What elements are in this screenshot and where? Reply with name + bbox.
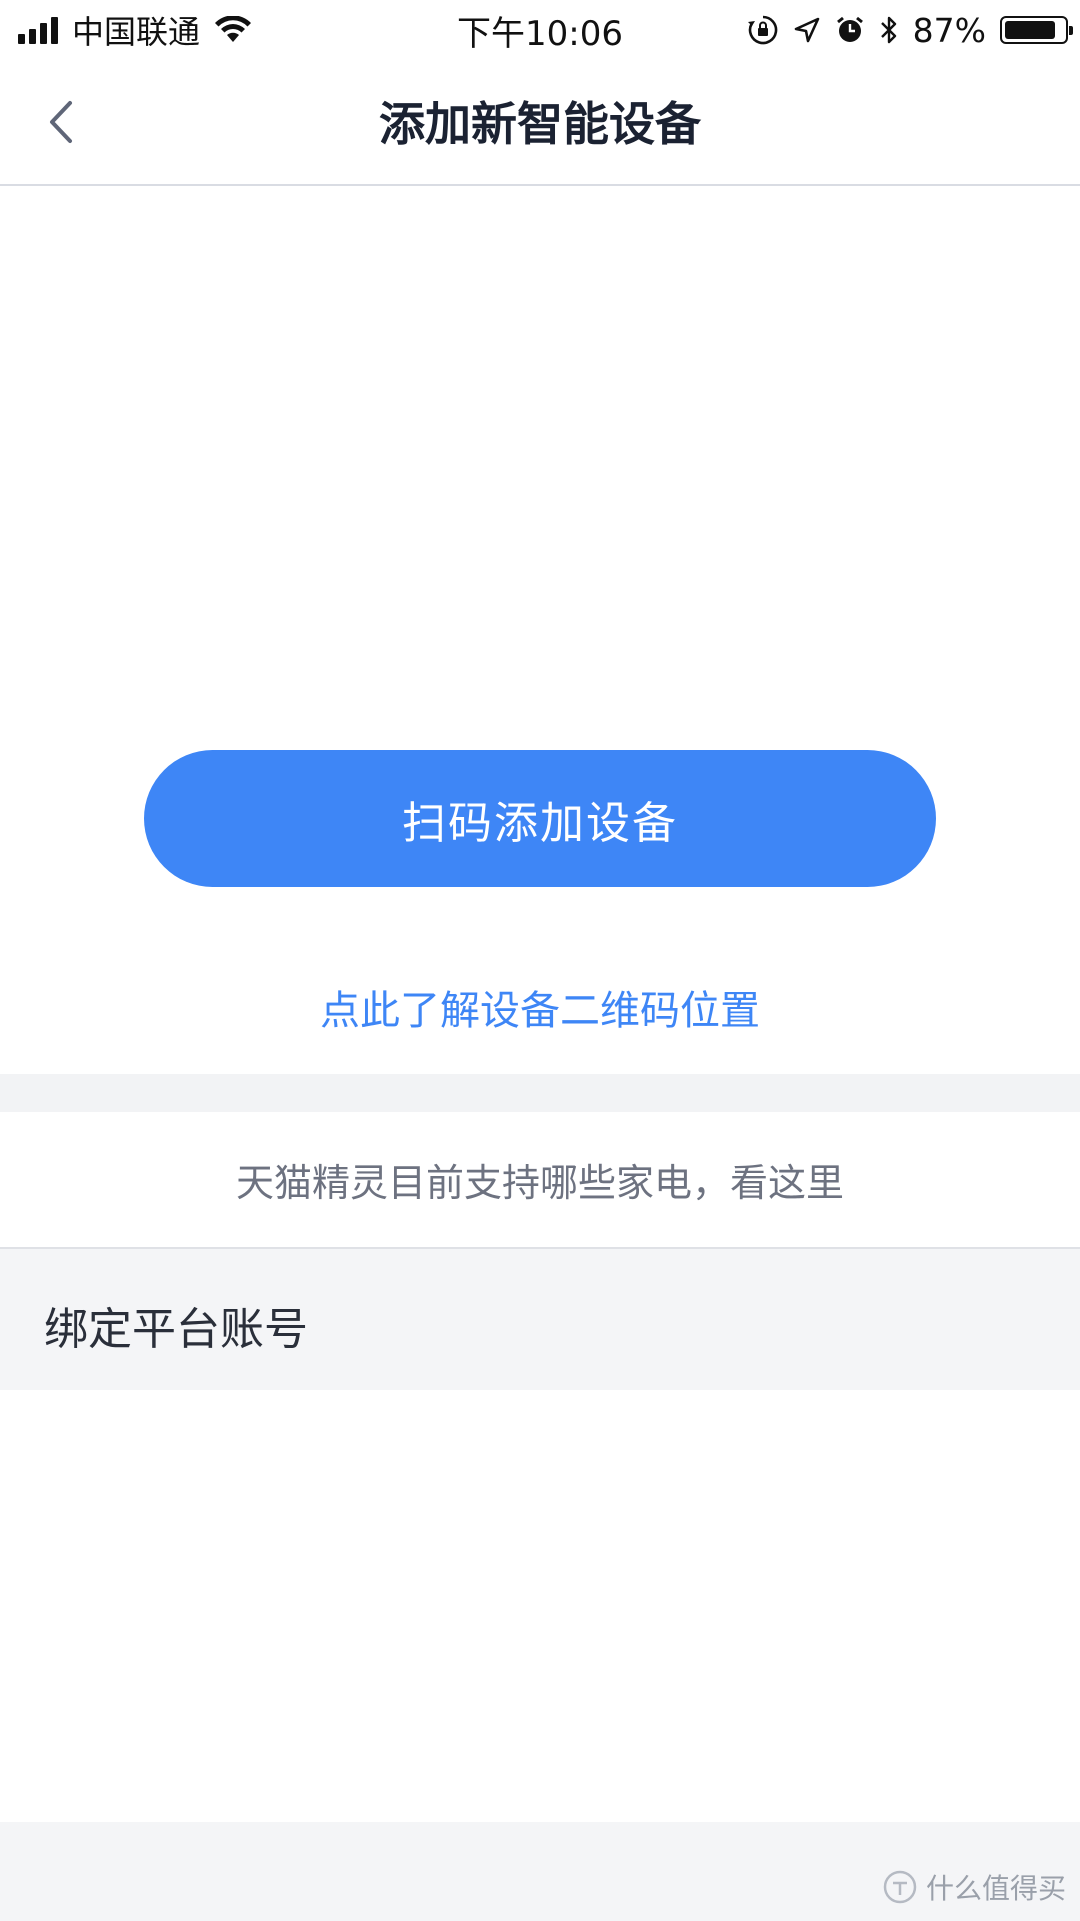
alarm-icon	[835, 15, 865, 45]
supported-appliances-link: 天猫精灵目前支持哪些家电，看这里	[235, 1161, 844, 1205]
bottom-bar: 什么值得买	[0, 1822, 1080, 1921]
battery-fill	[1005, 21, 1056, 39]
watermark-text: 什么值得买	[925, 1872, 1066, 1905]
scan-add-device-button[interactable]: 扫码添加设备	[144, 750, 936, 887]
nav-bar: 添加新智能设备	[0, 60, 1080, 186]
page-title: 添加新智能设备	[379, 97, 701, 151]
status-bar: 中国联通 下午10:06 87%	[0, 0, 1080, 60]
bluetooth-icon	[879, 14, 899, 46]
battery-icon	[1000, 16, 1073, 44]
battery-percent: 87%	[912, 10, 986, 50]
location-icon	[793, 16, 821, 44]
status-right: 87%	[747, 8, 1073, 52]
orientation-lock-icon	[747, 14, 779, 46]
watermark-logo-icon	[883, 1870, 917, 1904]
bind-account-title: 绑定平台账号	[44, 1304, 308, 1355]
section-divider	[0, 1074, 1080, 1112]
supported-appliances-row[interactable]: 天猫精灵目前支持哪些家电，看这里	[0, 1112, 1080, 1249]
watermark: 什么值得买	[882, 1867, 1066, 1907]
bind-account-section-header: 绑定平台账号	[0, 1249, 1080, 1390]
qr-location-help-link[interactable]: 点此了解设备二维码位置	[0, 978, 1080, 1036]
